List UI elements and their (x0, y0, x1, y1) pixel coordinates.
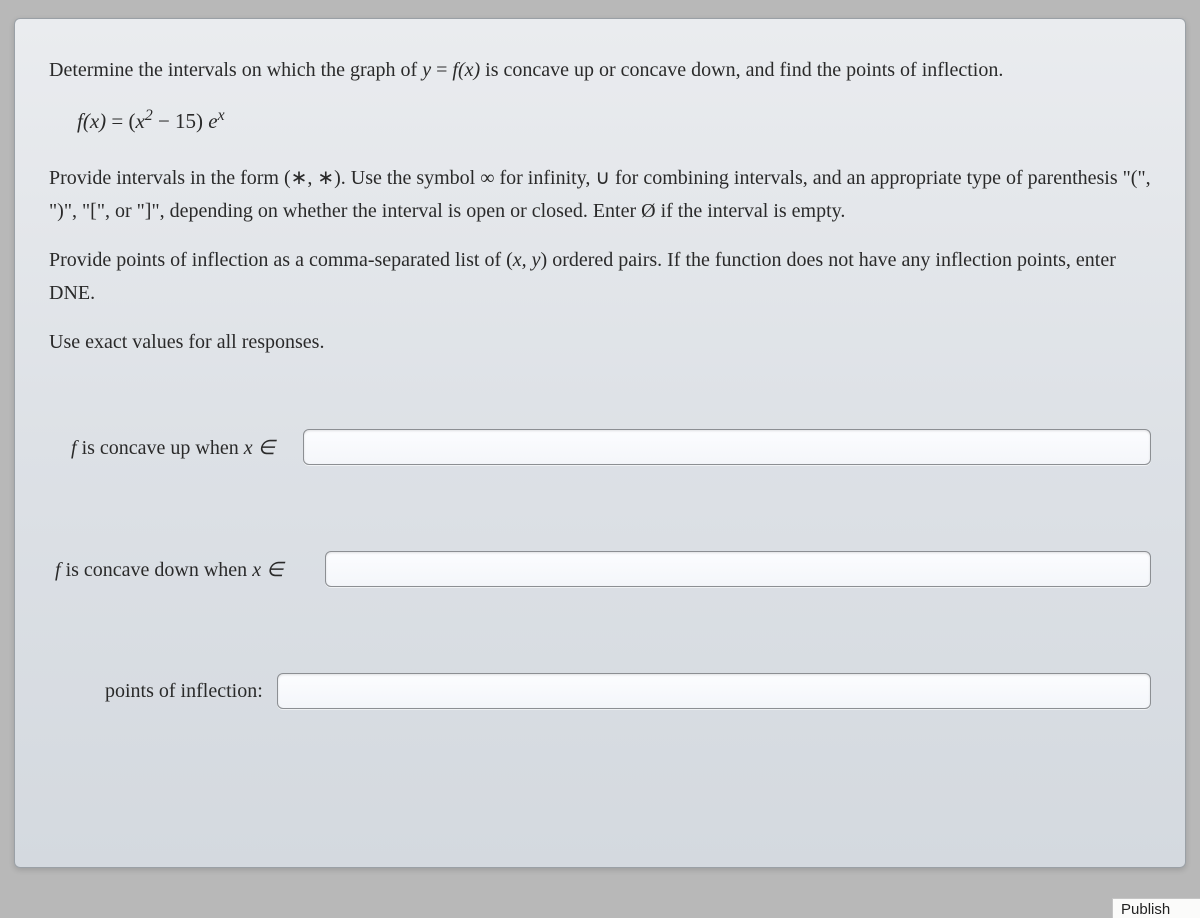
concave-down-text: is concave down when (61, 559, 253, 581)
footer-text: Publish (1121, 901, 1170, 918)
fn-open-paren: ( (129, 109, 136, 133)
fn-x-exp: 2 (145, 107, 153, 124)
question-card: Determine the intervals on which the gra… (14, 18, 1186, 868)
concave-up-text: is concave up when (77, 437, 244, 459)
poi-input[interactable] (277, 673, 1151, 709)
instructions-intervals: Provide intervals in the form (∗, ∗). Us… (49, 162, 1151, 228)
prompt-eq-rhs: f(x) (452, 59, 480, 81)
prompt-text-prefix: Determine the intervals on which the gra… (49, 59, 422, 81)
x-in-1: x ∈ (244, 437, 275, 459)
concave-up-input[interactable] (303, 429, 1151, 465)
concave-down-input[interactable] (325, 551, 1151, 587)
fn-x: x (136, 109, 145, 133)
instructions-exact: Use exact values for all responses. (49, 326, 1151, 359)
fn-lhs: f(x) (77, 109, 106, 133)
question-prompt: Determine the intervals on which the gra… (49, 55, 1151, 85)
prompt-eq-lhs: y (422, 59, 431, 81)
fn-e-exp: x (218, 107, 225, 124)
prompt-eq-op: = (431, 59, 452, 81)
function-definition: f(x) = (x2 − 15) ex (77, 107, 1151, 134)
instr-p2-xy: x, y (513, 249, 541, 271)
concave-down-label: f is concave down when x ∈ (49, 557, 311, 582)
x-in-2: x ∈ (252, 559, 283, 581)
concave-down-row: f is concave down when x ∈ (49, 551, 1151, 587)
fn-close-paren: ) (196, 109, 208, 133)
prompt-text-suffix: is concave up or concave down, and find … (485, 59, 1003, 81)
footer-fragment: Publish (1112, 898, 1200, 918)
concave-up-label: f is concave up when x ∈ (49, 435, 289, 460)
instructions-points: Provide points of inflection as a comma-… (49, 244, 1151, 310)
fn-minus-15: − 15 (153, 109, 196, 133)
concave-up-row: f is concave up when x ∈ (49, 429, 1151, 465)
instr-p2-prefix: Provide points of inflection as a comma-… (49, 249, 513, 271)
poi-label: points of inflection: (49, 680, 263, 703)
answer-block: f is concave up when x ∈ f is concave do… (49, 429, 1151, 709)
fn-eq: = (106, 109, 128, 133)
poi-row: points of inflection: (49, 673, 1151, 709)
fn-e: e (208, 109, 217, 133)
